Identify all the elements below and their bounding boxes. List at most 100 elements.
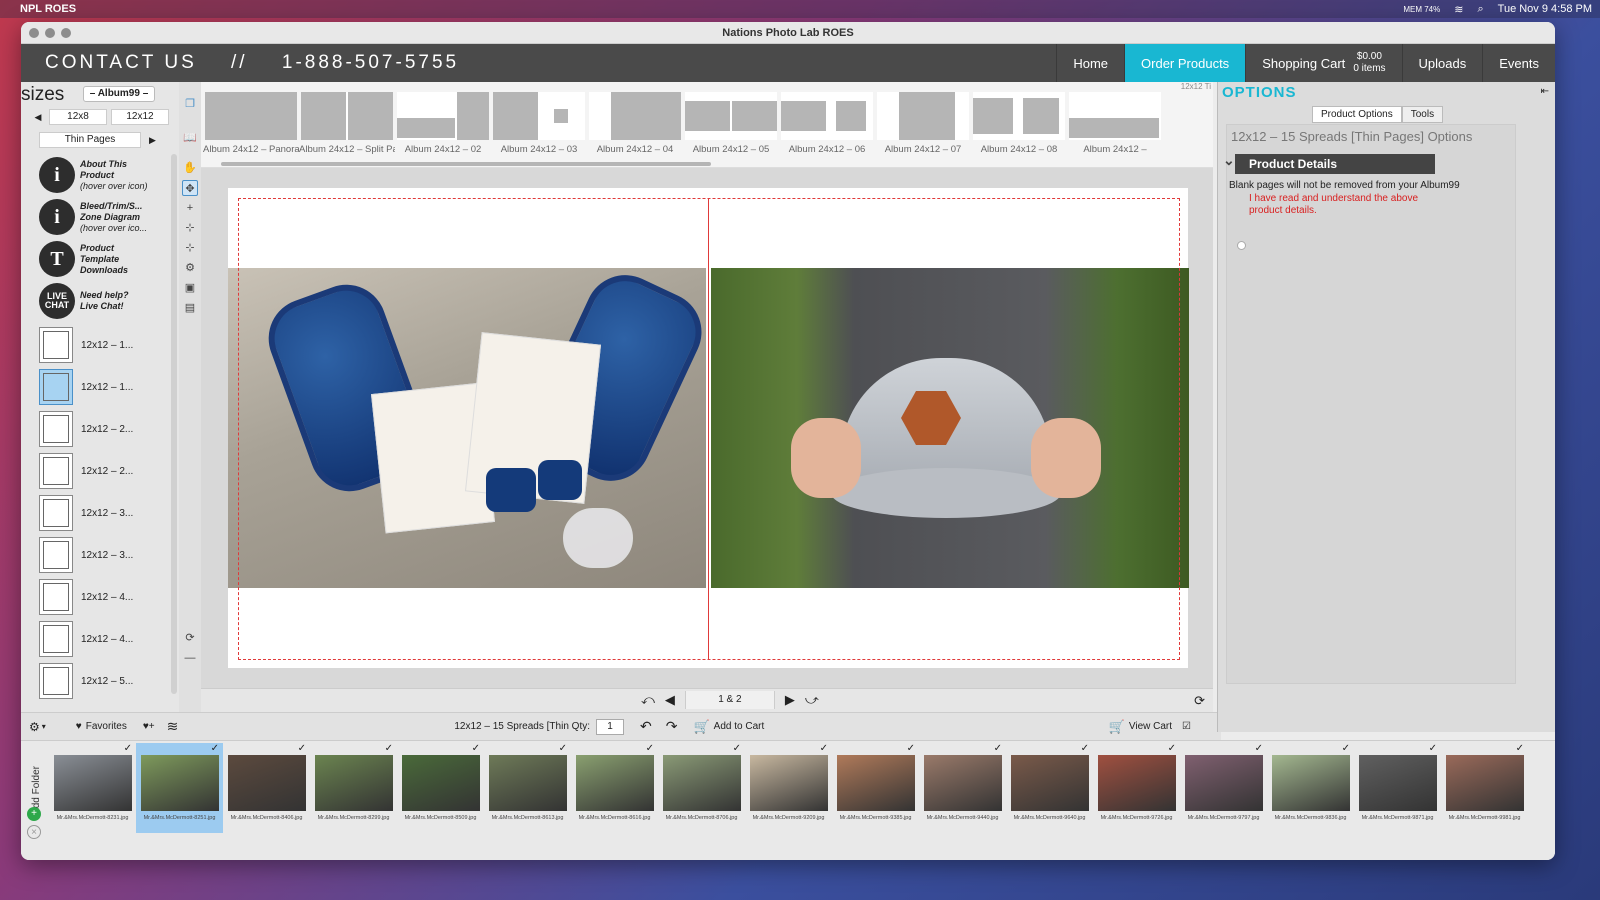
minimize-window-button[interactable] xyxy=(45,28,55,38)
filmstrip-thumbnail[interactable]: ✓ Mr.&Mrs.McDermott-8299.jpg xyxy=(310,743,397,833)
add-icon[interactable]: + xyxy=(27,807,41,821)
filmstrip-thumbnail[interactable]: ✓ Mr.&Mrs.McDermott-9440.jpg xyxy=(919,743,1006,833)
tab-product-options[interactable]: Product Options xyxy=(1312,106,1402,123)
nav-order-products[interactable]: Order Products xyxy=(1124,44,1246,82)
undo-icon[interactable]: ↶ xyxy=(640,718,652,735)
page-list-item[interactable]: 12x12 – 1... xyxy=(39,366,153,408)
filmstrip-thumbnail[interactable]: ✓ Mr.&Mrs.McDermott-9981.jpg xyxy=(1441,743,1528,833)
prev-page-icon[interactable]: ◀ xyxy=(665,692,675,708)
book-icon[interactable]: 📖 xyxy=(182,130,198,146)
app-menu-name[interactable]: NPL ROES xyxy=(20,3,76,15)
page-list-item[interactable]: 12x12 – 3... xyxy=(39,534,153,576)
size-button-12x12[interactable]: 12x12 xyxy=(111,109,169,125)
redo-icon[interactable]: ↷ xyxy=(666,718,678,735)
search-icon[interactable]: ⌕ xyxy=(1477,3,1483,16)
add-favorite-button[interactable]: ♥+ xyxy=(143,721,155,732)
template-item[interactable]: Album 24x12 – 03 xyxy=(491,92,587,155)
minus-icon[interactable]: — xyxy=(182,650,198,666)
settings-icon[interactable]: ⚙ xyxy=(182,260,198,276)
info-template-downloads[interactable]: T Product Template Downloads xyxy=(39,238,155,280)
info-live-chat[interactable]: LIVE CHAT Need help? Live Chat! xyxy=(39,280,155,322)
filmstrip-thumbnail[interactable]: ✓ Mr.&Mrs.McDermott-8616.jpg xyxy=(571,743,658,833)
template-item[interactable]: Album 24x12 – 07 xyxy=(875,92,971,155)
gear-menu[interactable]: ⚙ ▾ xyxy=(29,720,46,734)
nav-home[interactable]: Home xyxy=(1056,44,1124,82)
size-button-12x8[interactable]: 12x8 xyxy=(49,109,107,125)
page-list-item[interactable]: 12x12 – 5... xyxy=(39,660,153,702)
move-icon[interactable]: ✥ xyxy=(182,180,198,196)
page-list-item[interactable]: 12x12 – 2... xyxy=(39,408,153,450)
info-bleed-trim[interactable]: i Bleed/Trim/S... Zone Diagram (hover ove… xyxy=(39,196,155,238)
add-vertical-guide-icon[interactable]: ⊹ xyxy=(182,220,198,236)
add-folder-button[interactable]: Add Folder xyxy=(25,745,47,835)
filmstrip-thumbnail[interactable]: ✓ Mr.&Mrs.McDermott-9640.jpg xyxy=(1006,743,1093,833)
page-list-item[interactable]: 12x12 – 4... xyxy=(39,618,153,660)
sizes-title: sizes xyxy=(21,84,65,105)
filmstrip-thumbnail[interactable]: ✓ Mr.&Mrs.McDermott-9385.jpg xyxy=(832,743,919,833)
zoom-window-button[interactable] xyxy=(61,28,71,38)
product-details-header[interactable]: Product Details xyxy=(1223,150,1435,174)
checkbox-icon[interactable]: ☑ xyxy=(1182,721,1191,732)
add-horizontal-guide-icon[interactable]: ⊹ xyxy=(182,240,198,256)
hand-icon[interactable]: ✋ xyxy=(182,160,198,176)
filmstrip-thumbnail[interactable]: ✓ Mr.&Mrs.McDermott-8613.jpg xyxy=(484,743,571,833)
filmstrip-thumbnail[interactable]: ✓ Mr.&Mrs.McDermott-8251.jpg xyxy=(136,743,223,833)
filmstrip-thumbnail[interactable]: ✓ Mr.&Mrs.McDermott-8231.jpg xyxy=(49,743,136,833)
filmstrip-thumbnail[interactable]: ✓ Mr.&Mrs.McDermott-8706.jpg xyxy=(658,743,745,833)
page-list-item[interactable]: 12x12 – 1... xyxy=(39,324,153,366)
page-list-item[interactable]: 12x12 – 4... xyxy=(39,576,153,618)
filmstrip-thumbnail[interactable]: ✓ Mr.&Mrs.McDermott-9797.jpg xyxy=(1180,743,1267,833)
copy-icon[interactable]: ❐ xyxy=(182,96,198,112)
text-box-icon[interactable]: ▤ xyxy=(182,300,198,316)
album-dropdown[interactable]: – Album99 – xyxy=(83,86,155,102)
template-label: Album 24x12 – 06 xyxy=(788,144,866,155)
nav-events[interactable]: Events xyxy=(1482,44,1555,82)
nav-shopping-cart[interactable]: Shopping Cart $0.00 0 items xyxy=(1245,44,1401,82)
refresh-icon[interactable]: ⟳ xyxy=(182,630,198,646)
filmstrip-thumbnail[interactable]: ✓ Mr.&Mrs.McDermott-9836.jpg xyxy=(1267,743,1354,833)
nav-uploads[interactable]: Uploads xyxy=(1401,44,1483,82)
template-item[interactable]: Album 24x12 – 06 xyxy=(779,92,875,155)
clock[interactable]: Tue Nov 9 4:58 PM xyxy=(1498,3,1592,15)
layers-button[interactable]: ≋ xyxy=(167,718,179,735)
size-prev-icon[interactable]: ◀ xyxy=(31,112,45,123)
add-to-cart-button[interactable]: 🛒 Add to Cart xyxy=(693,719,764,735)
template-item[interactable]: Album 24x12 – 02 xyxy=(395,92,491,155)
page-list-item[interactable]: 12x12 – 2... xyxy=(39,450,153,492)
page-type-button[interactable]: Thin Pages xyxy=(39,132,141,148)
album-spread[interactable] xyxy=(228,188,1189,668)
filmstrip-thumbnail[interactable]: ✓ Mr.&Mrs.McDermott-9871.jpg xyxy=(1354,743,1441,833)
crosshair-icon[interactable]: + xyxy=(182,200,198,216)
page-list-scrollbar[interactable] xyxy=(171,154,177,694)
page-list-item[interactable]: 12x12 – 3... xyxy=(39,492,153,534)
template-item[interactable]: Album 24x12 – xyxy=(1067,92,1163,155)
thumbnail-filename: Mr.&Mrs.McDermott-9836.jpg xyxy=(1274,815,1347,821)
filmstrip-thumbnail[interactable]: ✓ Mr.&Mrs.McDermott-8509.jpg xyxy=(397,743,484,833)
next-page-icon[interactable]: ▶ xyxy=(785,692,795,708)
template-item[interactable]: Album 24x12 – Panoramic xyxy=(203,92,299,155)
collapse-panel-icon[interactable]: ⇤ xyxy=(1541,86,1549,97)
view-cart-button[interactable]: 🛒 View Cart ☑ xyxy=(1109,719,1191,735)
filmstrip-thumbnail[interactable]: ✓ Mr.&Mrs.McDermott-9209.jpg xyxy=(745,743,832,833)
tab-tools[interactable]: Tools xyxy=(1401,106,1444,123)
rotate-right-icon[interactable]: ⤻ xyxy=(805,692,819,708)
sync-icon[interactable]: ⟳ xyxy=(1194,693,1205,709)
close-window-button[interactable] xyxy=(29,28,39,38)
rotate-left-icon[interactable]: ⤺ xyxy=(641,692,655,708)
template-item[interactable]: Album 24x12 – 04 xyxy=(587,92,683,155)
contact-label[interactable]: CONTACT US xyxy=(45,52,197,73)
page-type-next-icon[interactable]: ▶ xyxy=(149,135,156,146)
template-item[interactable]: Album 24x12 – 08 xyxy=(971,92,1067,155)
quantity-input[interactable]: 1 xyxy=(596,718,624,735)
acknowledge-radio[interactable] xyxy=(1237,241,1246,250)
frame-icon[interactable]: ▣ xyxy=(182,280,198,296)
favorites-button[interactable]: ♥ Favorites xyxy=(76,721,127,732)
remove-icon[interactable]: × xyxy=(27,825,41,839)
template-item[interactable]: Album 24x12 – 05 xyxy=(683,92,779,155)
info-about-product[interactable]: i About This Product (hover over icon) xyxy=(39,154,155,196)
wifi-icon[interactable]: ≋ xyxy=(1454,3,1463,16)
filmstrip-thumbnail[interactable]: ✓ Mr.&Mrs.McDermott-8406.jpg xyxy=(223,743,310,833)
template-item[interactable]: Album 24x12 – Split Panoramic xyxy=(299,92,395,155)
filmstrip-thumbnail[interactable]: ✓ Mr.&Mrs.McDermott-9726.jpg xyxy=(1093,743,1180,833)
template-scrollbar[interactable] xyxy=(221,162,711,166)
